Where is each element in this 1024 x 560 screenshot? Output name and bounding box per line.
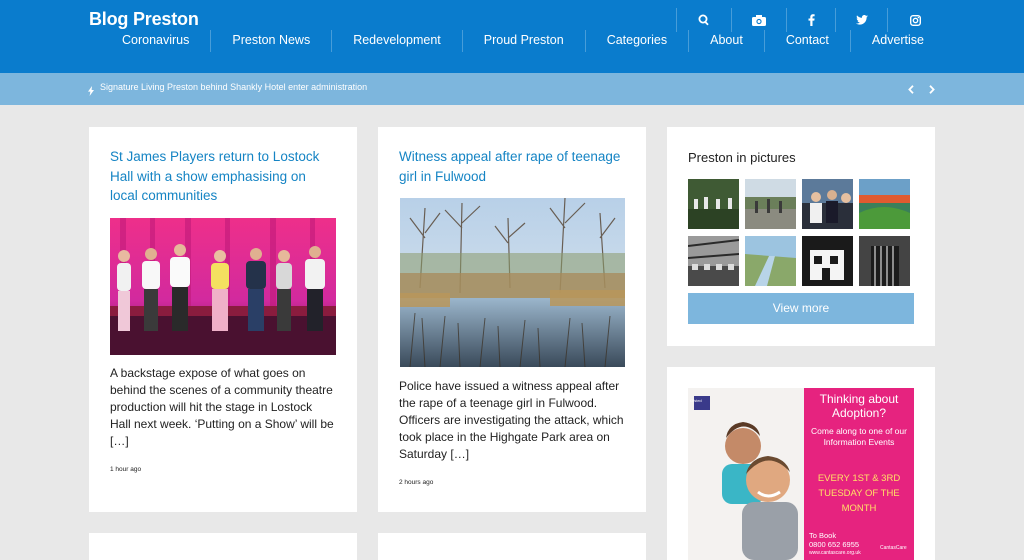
advert-body: Come along to one of our Information Eve… [811,426,907,447]
nav-item-coronavirus[interactable]: Coronavirus [101,30,212,52]
twitter-icon[interactable] [835,8,887,32]
advert-phone: 0800 652 6955 [809,540,860,549]
gallery-thumbnail[interactable] [745,236,796,286]
gallery-thumbnail[interactable] [802,236,853,286]
advert-highlight: EVERY 1ST & 3RD TUESDAY OF THE MONTH [817,473,901,514]
main-nav: Coronavirus Preston News Redevelopment P… [101,30,945,52]
advert-heading-2: Adoption? [831,406,887,420]
nav-item-about[interactable]: About [689,30,765,52]
article-excerpt: A backstage expose of what goes on behin… [110,366,334,448]
site-logo[interactable]: Blog Preston [89,9,199,30]
article-timestamp: 2 hours ago [399,479,434,486]
article-card: Witness appeal after rape of teenage gir… [378,127,646,512]
nav-item-advertise[interactable]: Advertise [851,30,945,52]
site-header: Blog Preston Coronavirus Preston News Re… [0,0,1024,73]
nav-item-categories[interactable]: Categories [586,30,690,52]
gallery-thumbnail[interactable] [859,179,910,229]
search-icon[interactable] [676,8,731,32]
facebook-icon[interactable] [786,8,835,32]
article-excerpt: Police have issued a witness appeal afte… [399,379,624,461]
advert-web: www.cantascare.org.uk [809,550,861,556]
header-icon-bar [676,8,943,32]
lightning-icon [88,83,94,101]
chevron-right-icon[interactable] [925,81,939,97]
gallery-thumbnail[interactable] [688,236,739,286]
article-photo[interactable] [400,198,625,367]
article-title[interactable]: St James Players return to Lostock Hall … [110,147,336,206]
ticker-headline[interactable]: Signature Living Preston behind Shankly … [100,82,367,92]
gallery-thumbnail[interactable] [859,236,910,286]
camera-icon[interactable] [731,8,786,32]
gallery-thumbnail[interactable] [802,179,853,229]
article-card [89,533,357,560]
advert-book-label: To Book [809,531,837,540]
news-ticker: Signature Living Preston behind Shankly … [0,73,1024,105]
article-title[interactable]: Witness appeal after rape of teenage gir… [399,147,625,186]
chevron-left-icon[interactable] [904,81,918,97]
gallery-thumbnail[interactable] [688,179,739,229]
article-card: St James Players return to Lostock Hall … [89,127,357,512]
advert-heading: Thinking about [819,392,899,406]
ofsted-logo: Ofsted [690,398,702,403]
article-card [378,533,646,560]
view-more-button[interactable]: View more [688,293,914,324]
nav-item-contact[interactable]: Contact [765,30,851,52]
advert-brand: CantasCare [880,545,907,551]
article-photo[interactable] [110,218,336,355]
nav-item-proud-preston[interactable]: Proud Preston [463,30,586,52]
gallery-title: Preston in pictures [688,150,796,165]
gallery-thumbnail[interactable] [745,179,796,229]
nav-item-redevelopment[interactable]: Redevelopment [332,30,463,52]
nav-item-preston-news[interactable]: Preston News [211,30,333,52]
adoption-advert[interactable]: Thinking about Adoption? Come along to o… [688,388,914,560]
instagram-icon[interactable] [887,8,943,32]
article-timestamp: 1 hour ago [110,466,142,473]
